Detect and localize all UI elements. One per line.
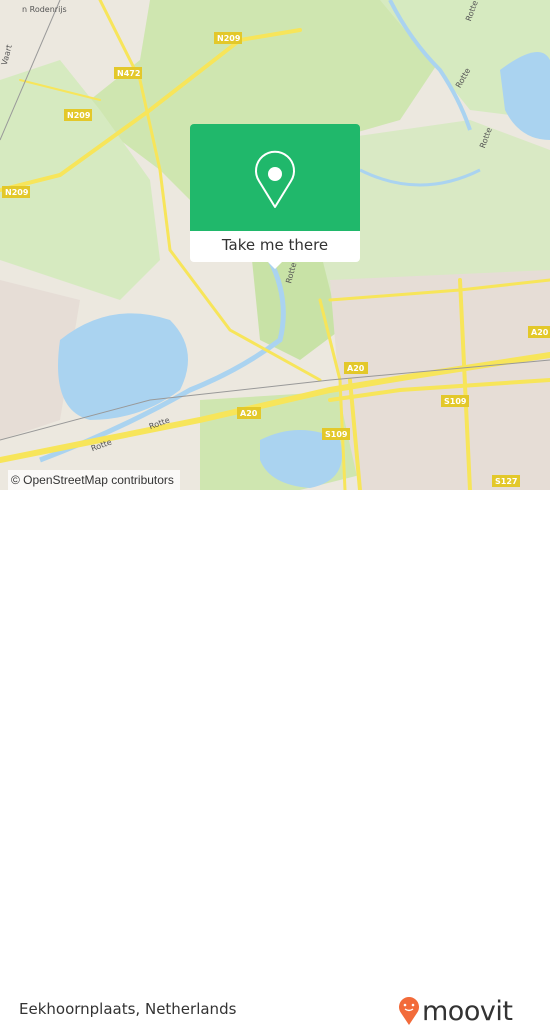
svg-text:N209: N209 xyxy=(67,111,91,120)
place-name: Eekhoornplaats, Netherlands xyxy=(19,1000,237,1018)
road-shield: A20 xyxy=(528,326,550,338)
svg-text:A20: A20 xyxy=(531,328,549,337)
road-shield: N472 xyxy=(114,67,142,79)
road-shield: N209 xyxy=(214,32,242,44)
map-pin-icon xyxy=(255,150,295,208)
road-shield: S127 xyxy=(492,475,520,487)
svg-text:N209: N209 xyxy=(5,188,29,197)
location-popup: Take me there xyxy=(190,124,360,269)
svg-text:S127: S127 xyxy=(495,477,517,486)
moovit-pin-icon xyxy=(399,997,419,1025)
road-shield: N209 xyxy=(64,109,92,121)
popup-header xyxy=(190,124,360,231)
svg-text:S109: S109 xyxy=(325,430,348,439)
svg-text:N209: N209 xyxy=(217,34,241,43)
svg-text:S109: S109 xyxy=(444,397,467,406)
map-label-vaart: Vaart xyxy=(0,44,14,67)
svg-text:N472: N472 xyxy=(117,69,140,78)
footer: Eekhoornplaats, Netherlands moovit xyxy=(0,490,550,1027)
moovit-wordmark: moovit xyxy=(422,995,513,1027)
road-shield: A20 xyxy=(344,362,368,374)
svg-text:A20: A20 xyxy=(347,364,365,373)
moovit-logo: moovit xyxy=(398,993,513,1029)
map-label-town: n Rodenrijs xyxy=(22,5,67,14)
road-shield: S109 xyxy=(441,395,469,407)
road-shield: N209 xyxy=(2,186,30,198)
map-attribution[interactable]: © OpenStreetMap contributors xyxy=(8,470,180,490)
popup-pointer xyxy=(267,261,283,269)
svg-text:A20: A20 xyxy=(240,409,258,418)
road-shield: S109 xyxy=(322,428,350,440)
take-me-there-button[interactable]: Take me there xyxy=(190,231,360,262)
road-shield: A20 xyxy=(237,407,261,419)
